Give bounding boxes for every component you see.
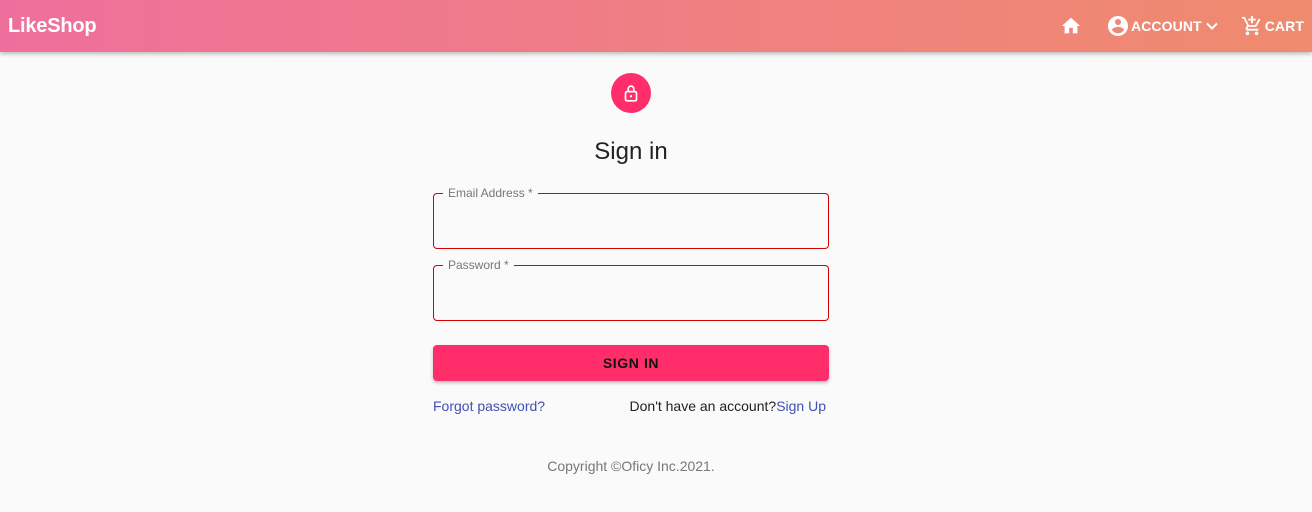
- home-button[interactable]: [1060, 15, 1082, 37]
- brand-title[interactable]: LikeShop: [8, 15, 97, 38]
- lock-avatar: [611, 73, 651, 113]
- home-icon: [1060, 15, 1082, 37]
- page-title: Sign in: [594, 138, 668, 165]
- add-shopping-cart-icon: [1241, 15, 1263, 37]
- top-nav: ACCOUNT CART: [1060, 0, 1304, 52]
- password-field: Password *: [433, 258, 829, 321]
- chevron-down-icon: [1202, 16, 1222, 36]
- account-menu-button[interactable]: ACCOUNT: [1106, 14, 1223, 38]
- password-label: Password *: [443, 258, 514, 272]
- email-label: Email Address *: [443, 186, 538, 200]
- sign-in-button[interactable]: SIGN IN: [433, 345, 829, 381]
- cart-button[interactable]: CART: [1241, 15, 1304, 37]
- sign-up-link[interactable]: Sign Up: [776, 398, 826, 414]
- no-account-text: Don't have an account?: [629, 398, 777, 414]
- forgot-password-link[interactable]: Forgot password?: [433, 398, 545, 414]
- account-circle-icon: [1106, 14, 1130, 38]
- app-bar: LikeShop ACCOUNT CART: [0, 0, 1312, 52]
- password-input[interactable]: [434, 266, 828, 320]
- email-input[interactable]: [434, 194, 828, 248]
- account-label: ACCOUNT: [1131, 18, 1202, 34]
- signup-prompt: Don't have an account?Sign Up: [630, 398, 826, 414]
- email-field: Email Address *: [433, 186, 829, 249]
- cart-label: CART: [1264, 18, 1304, 34]
- copyright-text: Copyright ©Oficy Inc.2021.: [547, 458, 715, 474]
- lock-open-icon: [620, 82, 642, 104]
- auth-links: Forgot password? Don't have an account?S…: [433, 398, 829, 416]
